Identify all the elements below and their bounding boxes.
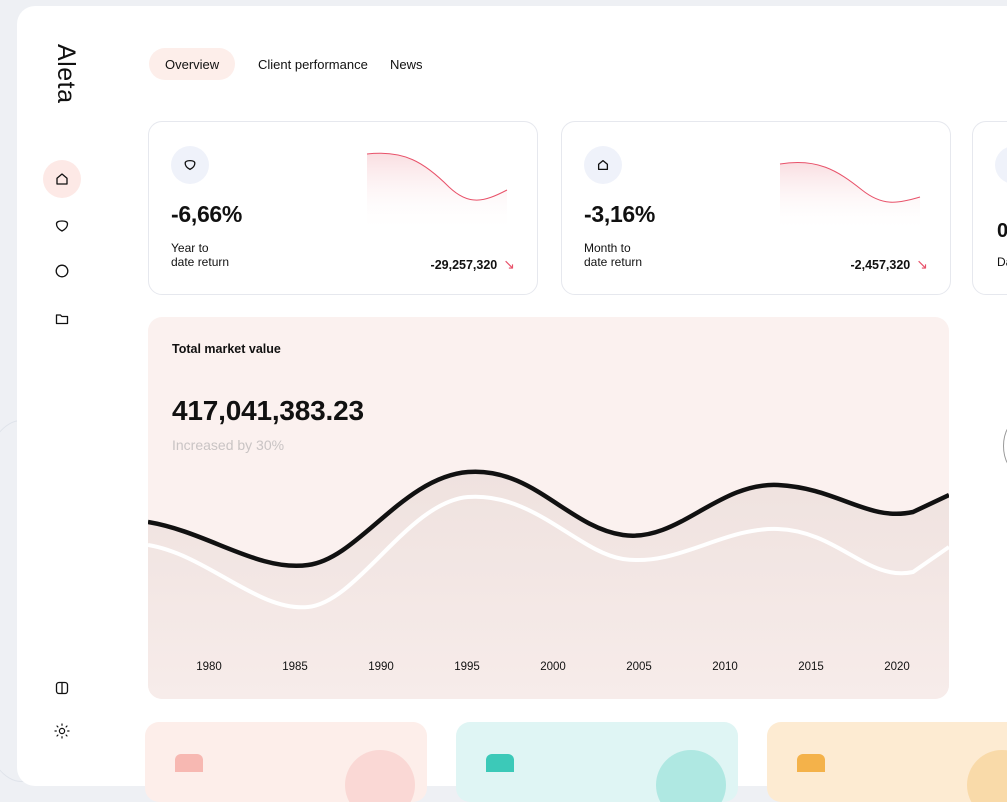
arrow-down-right-icon: ↘ — [916, 256, 928, 272]
shield-icon[interactable] — [43, 207, 81, 245]
mtd-return-card[interactable]: -3,16% Month to date return -2,457,320 ↘ — [561, 121, 951, 295]
tile-decor — [967, 750, 1007, 802]
bottom-tile-2[interactable] — [456, 722, 738, 802]
x-tick-label: 2015 — [798, 661, 824, 673]
tab-news[interactable]: News — [390, 48, 423, 80]
home-icon — [584, 146, 622, 184]
tab-client-performance[interactable]: Client performance — [258, 48, 368, 80]
tile-icon — [175, 754, 203, 772]
market-title: Total market value — [172, 342, 281, 356]
market-subtitle: Increased by 30% — [172, 437, 285, 453]
ytd-delta: -29,257,320 ↘ — [430, 256, 515, 272]
x-tick-label: 1995 — [454, 661, 480, 673]
daily-return-card[interactable]: 0 Da — [972, 121, 1007, 295]
mtd-sparkline — [779, 161, 921, 232]
market-value-chart — [148, 469, 949, 699]
sun-icon[interactable] — [43, 712, 81, 750]
circle-icon[interactable] — [43, 252, 81, 290]
x-tick-label: 1980 — [196, 661, 222, 673]
total-market-value-panel: Total market value 417,041,383.23 Increa… — [148, 317, 949, 699]
x-tick-label: 2005 — [626, 661, 652, 673]
mtd-delta: -2,457,320 ↘ — [850, 256, 928, 272]
mtd-label: Month to date return — [584, 241, 643, 269]
ytd-return-card[interactable]: -6,66% Year to date return -29,257,320 ↘ — [148, 121, 538, 295]
tab-overview[interactable]: Overview — [149, 48, 236, 80]
app-logo: Aleta — [52, 44, 80, 104]
market-value: 417,041,383.23 — [172, 395, 364, 426]
mtd-value: -3,16% — [584, 201, 656, 227]
ytd-value: -6,66% — [171, 201, 243, 227]
daily-value: 0 — [997, 220, 1007, 242]
panel-toggle-icon[interactable] — [43, 669, 81, 707]
x-tick-label: 1985 — [282, 661, 308, 673]
tile-icon — [797, 754, 825, 772]
x-tick-label: 2020 — [884, 661, 910, 673]
x-tick-label: 1990 — [368, 661, 394, 673]
shield-icon — [171, 146, 209, 184]
x-tick-label: 2010 — [712, 661, 738, 673]
daily-label: Da — [997, 255, 1007, 269]
ytd-sparkline — [366, 152, 508, 232]
tile-icon — [486, 754, 514, 772]
folder-icon[interactable] — [43, 300, 81, 338]
card-icon — [995, 146, 1007, 184]
home-icon[interactable] — [43, 160, 81, 198]
arrow-down-right-icon: ↘ — [503, 256, 515, 272]
ytd-label: Year to date return — [171, 241, 230, 269]
bottom-tile-1[interactable] — [145, 722, 427, 802]
x-tick-label: 2000 — [540, 661, 566, 673]
bottom-tile-3[interactable] — [767, 722, 1007, 802]
tile-decor — [345, 750, 415, 802]
tile-decor — [656, 750, 726, 802]
